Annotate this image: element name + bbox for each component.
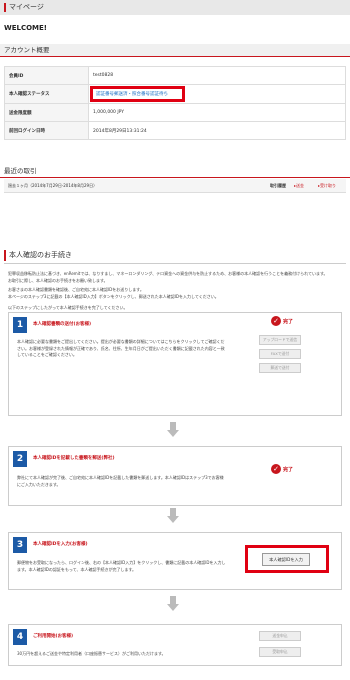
send-link-label: 送金 <box>296 183 305 188</box>
recent-section-title: 最近の取引 <box>4 167 37 175</box>
account-table: 会員ID test0828 本人確認ステータス 認証番号郵送済・照合番号認証待ち… <box>4 66 346 140</box>
member-id-label: 会員ID <box>4 66 89 85</box>
down-arrow-icon <box>167 508 179 524</box>
member-id-value: test0828 <box>88 66 346 85</box>
send-limit-value: 1,000,000 JPY <box>88 103 346 122</box>
step-3-number: 3 <box>13 537 27 553</box>
intro-text: お取引に際し、本人確認のお手続きをお願い致します。 <box>8 277 108 283</box>
step-1-done-label: 完了 <box>283 318 294 325</box>
send-link[interactable]: ▸送金 <box>294 183 304 189</box>
step-4-title: ご利用開始(お客様) <box>33 634 74 639</box>
verification-status-cell: 認証番号郵送済・照合番号認証待ち <box>88 84 346 104</box>
last-login-value: 2014年8月29日13:31:24 <box>88 121 346 140</box>
title-accent <box>4 3 6 12</box>
recent-bar: 過去１ヶ月（2014年7月29日-2014年8月29日） 取引履歴 ▸送金 ▸受… <box>4 179 346 193</box>
receive-link[interactable]: ▸受け取り <box>318 183 336 189</box>
table-row: 本人確認ステータス 認証番号郵送済・照合番号認証待ち <box>4 84 346 104</box>
step-1-done: ✓ 完了 <box>271 316 293 326</box>
step-1-number: 1 <box>13 317 27 333</box>
down-arrow-icon <box>167 422 179 438</box>
step-1-card: 1 本人確認書類の送付(お客様) 本人確認に必要な書類をご提出してください。提出… <box>8 312 342 416</box>
history-label: 取引履歴 <box>270 183 286 188</box>
step-3-card: 3 本人確認IDを入力(お客様) 郵便物をお受取になったら、ログイン後、右の【本… <box>8 532 342 590</box>
step-2-body: 弊社にて本人確認が完了後、ご自宅宛に本人確認IDを記載した書類を郵送します。本人… <box>17 475 224 487</box>
welcome-text: WELCOME! <box>4 24 47 32</box>
send-limit-label: 送金限度額 <box>4 103 89 122</box>
mail-button[interactable]: 郵送で送付 <box>259 363 301 373</box>
procedure-intro: 犯罪収益移転防止法に基づき、enRemitでは、なりすまし、マネーロンダリング、… <box>8 271 342 312</box>
intro-text: 犯罪収益移転防止法に基づき、enRemitでは、なりすまし、マネーロンダリング、… <box>8 271 328 276</box>
step-4-body: 30万円を超えるご送金や特定利用者（口座振替サービス）がご利用いただけます。 <box>17 651 166 656</box>
account-section-title: アカウント概要 <box>4 46 50 54</box>
check-icon: ✓ <box>271 464 281 474</box>
intro-text: 本ページのステップ3に記載の【本人確認ID入力】ボタンをクリックし、郵送された本… <box>8 293 219 299</box>
table-row: 前回ログイン日時 2014年8月29日13:31:24 <box>4 121 346 140</box>
enter-verification-id-button[interactable]: 本人確認IDを入力 <box>262 553 310 566</box>
receive-link-label: 受け取り <box>320 183 337 188</box>
recent-period: 過去１ヶ月（2014年7月29日-2014年8月29日） <box>8 183 98 188</box>
step-2-card: 2 本人確認IDを記載した書類を郵送(弊社) 弊社にて本人確認が完了後、ご自宅宛… <box>8 446 342 506</box>
step-4-card: 4 ご利用開始(お客様) 30万円を超えるご送金や特定利用者（口座振替サービス）… <box>8 624 342 666</box>
page-title: マイページ <box>9 3 44 11</box>
recent-section-header: 最近の取引 <box>0 166 350 178</box>
step-2-number: 2 <box>13 451 27 467</box>
step-1-title: 本人確認書類の送付(お客様) <box>33 322 92 327</box>
last-login-label: 前回ログイン日時 <box>4 121 89 140</box>
account-section-header: アカウント概要 <box>0 44 350 57</box>
verification-status-value[interactable]: 認証番号郵送済・照合番号認証待ち <box>90 86 185 102</box>
intro-text: 以下のステップにしたがって本人確認手続きを完了してください。 <box>8 305 128 310</box>
step-3-title: 本人確認IDを入力(お客様) <box>33 542 88 547</box>
upload-button[interactable]: アップロードで送信 <box>259 335 301 345</box>
step-1-body: 本人確認に必要な書類をご提出してください。提出が必要な書類の詳細についてはこちら… <box>17 339 225 357</box>
procedure-divider <box>4 263 346 264</box>
procedure-header: 本人確認のお手続き <box>0 250 350 262</box>
check-icon: ✓ <box>271 316 281 326</box>
step-4-number: 4 <box>13 629 27 645</box>
down-arrow-icon <box>167 596 179 612</box>
step-2-done-label: 完了 <box>283 466 294 473</box>
table-row: 送金限度額 1,000,000 JPY <box>4 103 346 122</box>
procedure-title: 本人確認のお手続き <box>9 251 72 259</box>
receive-apply-button[interactable]: 受取申込 <box>259 647 301 657</box>
table-row: 会員ID test0828 <box>4 66 346 85</box>
top-bar: マイページ <box>0 0 350 15</box>
send-apply-button[interactable]: 送金申込 <box>259 631 301 641</box>
step-2-done: ✓ 完了 <box>271 464 293 474</box>
step-2-title: 本人確認IDを記載した書類を郵送(弊社) <box>33 456 115 461</box>
verification-status-label: 本人確認ステータス <box>4 84 89 104</box>
procedure-accent <box>4 250 6 261</box>
step-3-body: 郵便物をお受取になったら、ログイン後、右の【本人確認ID入力】をクリックし、書類… <box>17 560 226 572</box>
fax-button[interactable]: FAXで送付 <box>259 349 301 359</box>
